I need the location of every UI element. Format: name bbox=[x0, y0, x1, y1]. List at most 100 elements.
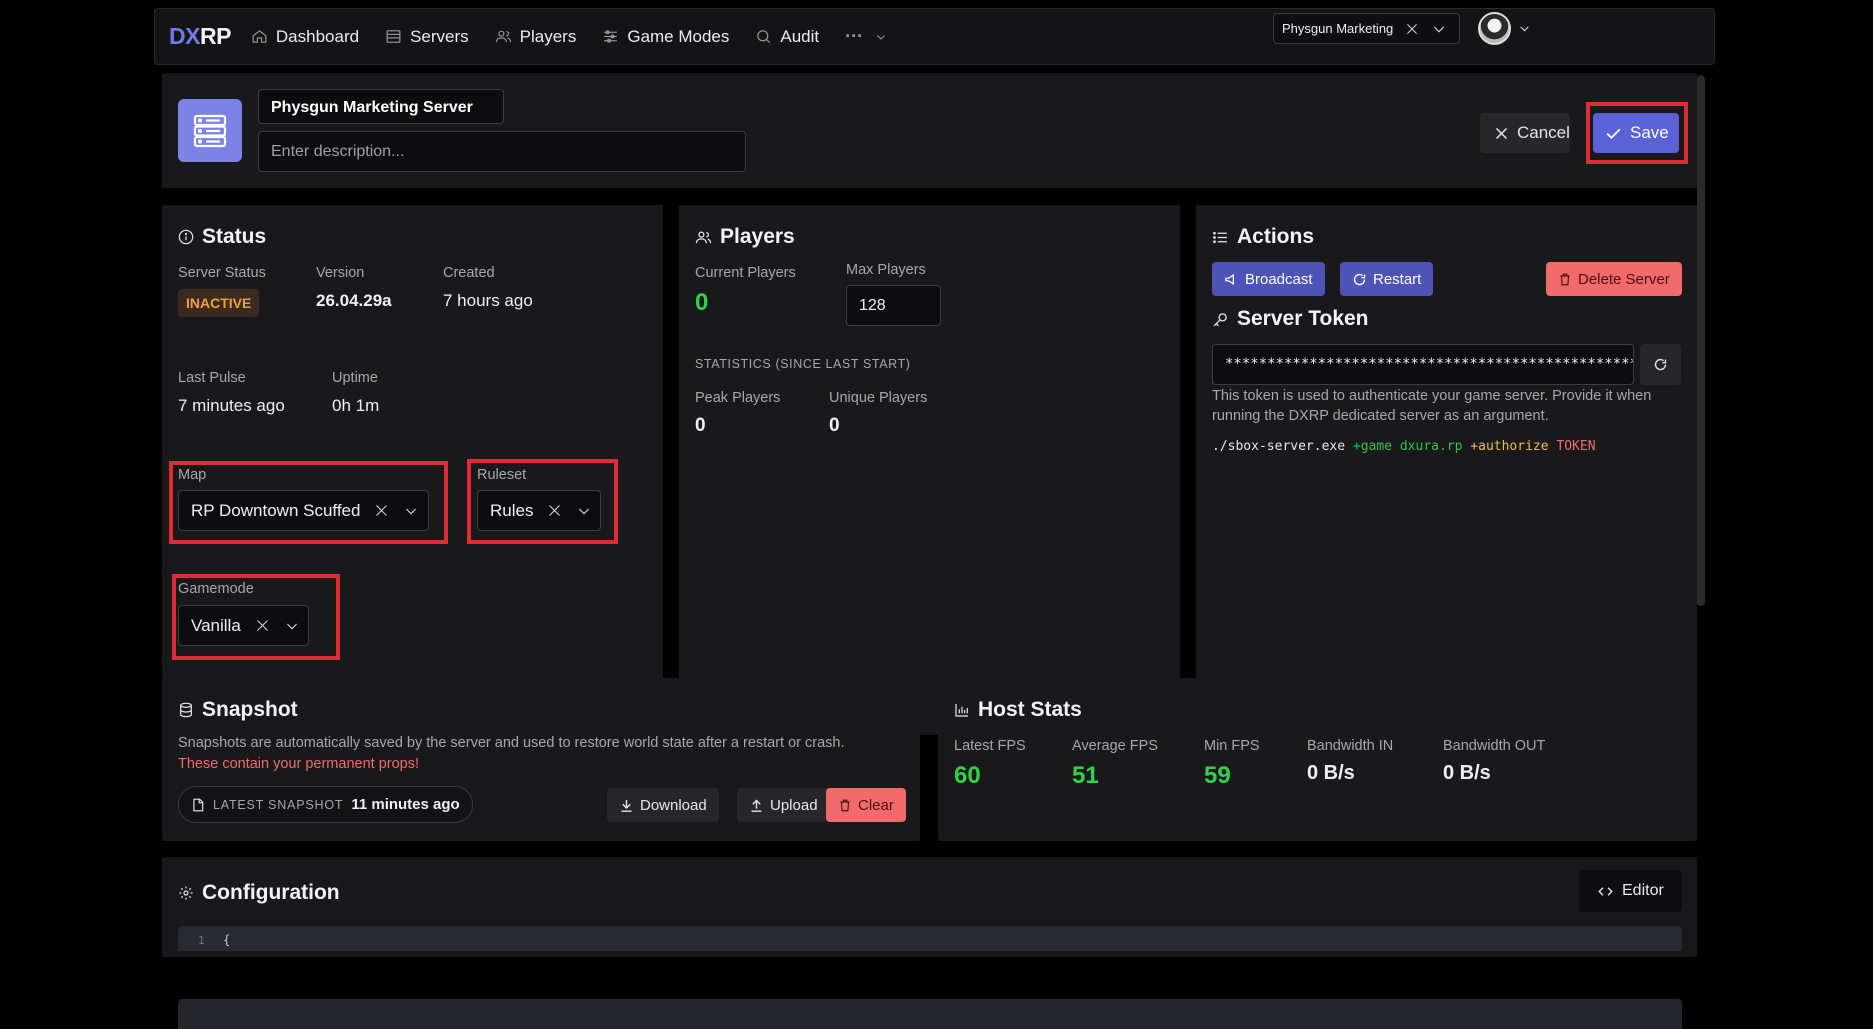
min-fps-value: 59 bbox=[1204, 762, 1231, 789]
close-icon bbox=[1495, 127, 1508, 139]
server-status-label: Server Status bbox=[178, 265, 266, 281]
more-menu[interactable]: ··· bbox=[845, 26, 887, 47]
min-fps-label: Min FPS bbox=[1204, 738, 1260, 754]
line-number: 1 bbox=[198, 934, 205, 947]
unique-players-value: 0 bbox=[829, 415, 840, 436]
restart-button[interactable]: Restart bbox=[1340, 262, 1434, 296]
snapshot-card: Snapshot Snapshots are automatically sav… bbox=[162, 678, 920, 841]
clear-icon[interactable] bbox=[547, 503, 562, 518]
host-stats-card: Host Stats Latest FPS 60 Average FPS 51 … bbox=[938, 678, 1697, 841]
configuration-heading: Configuration bbox=[178, 881, 340, 905]
snapshot-heading: Snapshot bbox=[178, 698, 298, 722]
main-content: Physgun Marketing Server Enter descripti… bbox=[162, 73, 1697, 1029]
code-line: { bbox=[223, 933, 231, 947]
players-heading: Players bbox=[695, 225, 795, 249]
editor-button[interactable]: Editor bbox=[1579, 870, 1682, 912]
delete-server-button[interactable]: Delete Server bbox=[1546, 262, 1682, 296]
gear-icon bbox=[179, 886, 193, 900]
actions-heading: Actions bbox=[1212, 225, 1314, 249]
broadcast-button[interactable]: Broadcast bbox=[1212, 262, 1325, 296]
latest-fps-value: 60 bbox=[954, 762, 981, 789]
statistics-heading: STATISTICS (SINCE LAST START) bbox=[695, 357, 911, 371]
refresh-icon bbox=[1654, 358, 1667, 371]
sliders-icon bbox=[604, 30, 618, 43]
chevron-down-icon[interactable] bbox=[1518, 22, 1531, 35]
chevron-down-icon bbox=[877, 34, 886, 40]
ruleset-select[interactable]: Rules bbox=[477, 490, 601, 531]
save-button[interactable]: Save bbox=[1593, 113, 1679, 153]
code-editor[interactable] bbox=[178, 999, 1682, 1029]
regenerate-token-button[interactable] bbox=[1640, 344, 1681, 385]
code-icon bbox=[1598, 886, 1613, 896]
last-pulse-value: 7 minutes ago bbox=[178, 396, 285, 415]
clear-icon[interactable] bbox=[255, 618, 270, 633]
created-label: Created bbox=[443, 265, 495, 281]
organization-select[interactable]: Physgun Marketing bbox=[1273, 13, 1460, 44]
clear-icon[interactable] bbox=[1405, 22, 1419, 36]
clear-icon[interactable] bbox=[374, 503, 389, 518]
bandwidth-out-value: 0 B/s bbox=[1443, 762, 1491, 784]
nav-game-modes[interactable]: Game Modes bbox=[602, 27, 729, 47]
bar-chart-icon bbox=[955, 704, 968, 717]
gamemode-select[interactable]: Vanilla bbox=[178, 605, 309, 646]
avatar[interactable] bbox=[1478, 12, 1511, 45]
peak-players-label: Peak Players bbox=[695, 390, 781, 406]
users-icon bbox=[695, 231, 712, 243]
token-help-text: This token is used to authenticate your … bbox=[1212, 388, 1652, 424]
file-icon bbox=[193, 798, 204, 811]
bandwidth-out-label: Bandwidth OUT bbox=[1443, 738, 1546, 754]
ruleset-label: Ruleset bbox=[477, 467, 527, 483]
nav-audit[interactable]: Audit bbox=[755, 27, 819, 47]
server-name-input[interactable]: Physgun Marketing Server bbox=[258, 89, 504, 124]
cancel-button[interactable]: Cancel bbox=[1480, 113, 1570, 153]
max-players-input[interactable]: 128 bbox=[846, 285, 941, 326]
created-value: 7 hours ago bbox=[443, 291, 533, 310]
host-stats-heading: Host Stats bbox=[954, 698, 1082, 722]
gamemode-label: Gamemode bbox=[178, 581, 254, 597]
status-card: Status Server Status INACTIVE Version 26… bbox=[162, 205, 663, 735]
uptime-label: Uptime bbox=[332, 370, 378, 386]
server-token-input[interactable]: ****************************************… bbox=[1212, 344, 1634, 385]
trash-icon bbox=[840, 799, 850, 811]
server-icon bbox=[386, 30, 401, 43]
version-value: 26.04.29a bbox=[316, 291, 392, 310]
nav-servers[interactable]: Servers bbox=[385, 27, 469, 47]
peak-players-value: 0 bbox=[695, 415, 706, 436]
map-label: Map bbox=[178, 467, 207, 483]
download-button[interactable]: Download bbox=[607, 788, 719, 822]
nav-dashboard[interactable]: Dashboard bbox=[251, 27, 359, 47]
latest-snapshot-pill: LATEST SNAPSHOT 11 minutes ago bbox=[178, 786, 473, 823]
status-heading: Status bbox=[178, 225, 266, 249]
uptime-value: 0h 1m bbox=[332, 396, 380, 415]
status-badge: INACTIVE bbox=[178, 289, 260, 317]
average-fps-label: Average FPS bbox=[1072, 738, 1158, 754]
players-card: Players Current Players 0 Max Players 12… bbox=[679, 205, 1180, 735]
version-label: Version bbox=[316, 265, 365, 281]
scrollbar[interactable] bbox=[1697, 75, 1705, 606]
last-pulse-label: Last Pulse bbox=[178, 370, 246, 386]
code-editor-top[interactable]: 1 { bbox=[178, 926, 1682, 951]
upload-button[interactable]: Upload bbox=[737, 788, 830, 822]
snapshot-description: Snapshots are automatically saved by the… bbox=[178, 735, 845, 751]
users-icon bbox=[495, 30, 511, 43]
nav-players[interactable]: Players bbox=[495, 27, 576, 47]
average-fps-value: 51 bbox=[1072, 762, 1099, 789]
chevron-down-icon bbox=[406, 508, 417, 515]
server-icon bbox=[178, 99, 242, 162]
max-players-label: Max Players bbox=[846, 262, 926, 278]
current-players-label: Current Players bbox=[695, 265, 796, 281]
description-input[interactable]: Enter description... bbox=[258, 131, 746, 172]
clear-button[interactable]: Clear bbox=[826, 788, 906, 822]
download-icon bbox=[621, 799, 632, 812]
logo[interactable]: DXRP bbox=[169, 23, 231, 50]
chevron-down-icon bbox=[1434, 26, 1445, 33]
map-select[interactable]: RP Downtown Scuffed bbox=[178, 490, 429, 531]
chevron-down-icon bbox=[286, 623, 297, 630]
server-header-card: Physgun Marketing Server Enter descripti… bbox=[162, 73, 1697, 188]
unique-players-label: Unique Players bbox=[829, 390, 928, 406]
actions-card: Actions Broadcast Restart Delete Server … bbox=[1196, 205, 1697, 735]
current-players-value: 0 bbox=[695, 289, 709, 316]
refresh-icon bbox=[1353, 273, 1366, 285]
more-icon: ··· bbox=[845, 26, 864, 46]
server-token-heading: Server Token bbox=[1212, 307, 1369, 331]
